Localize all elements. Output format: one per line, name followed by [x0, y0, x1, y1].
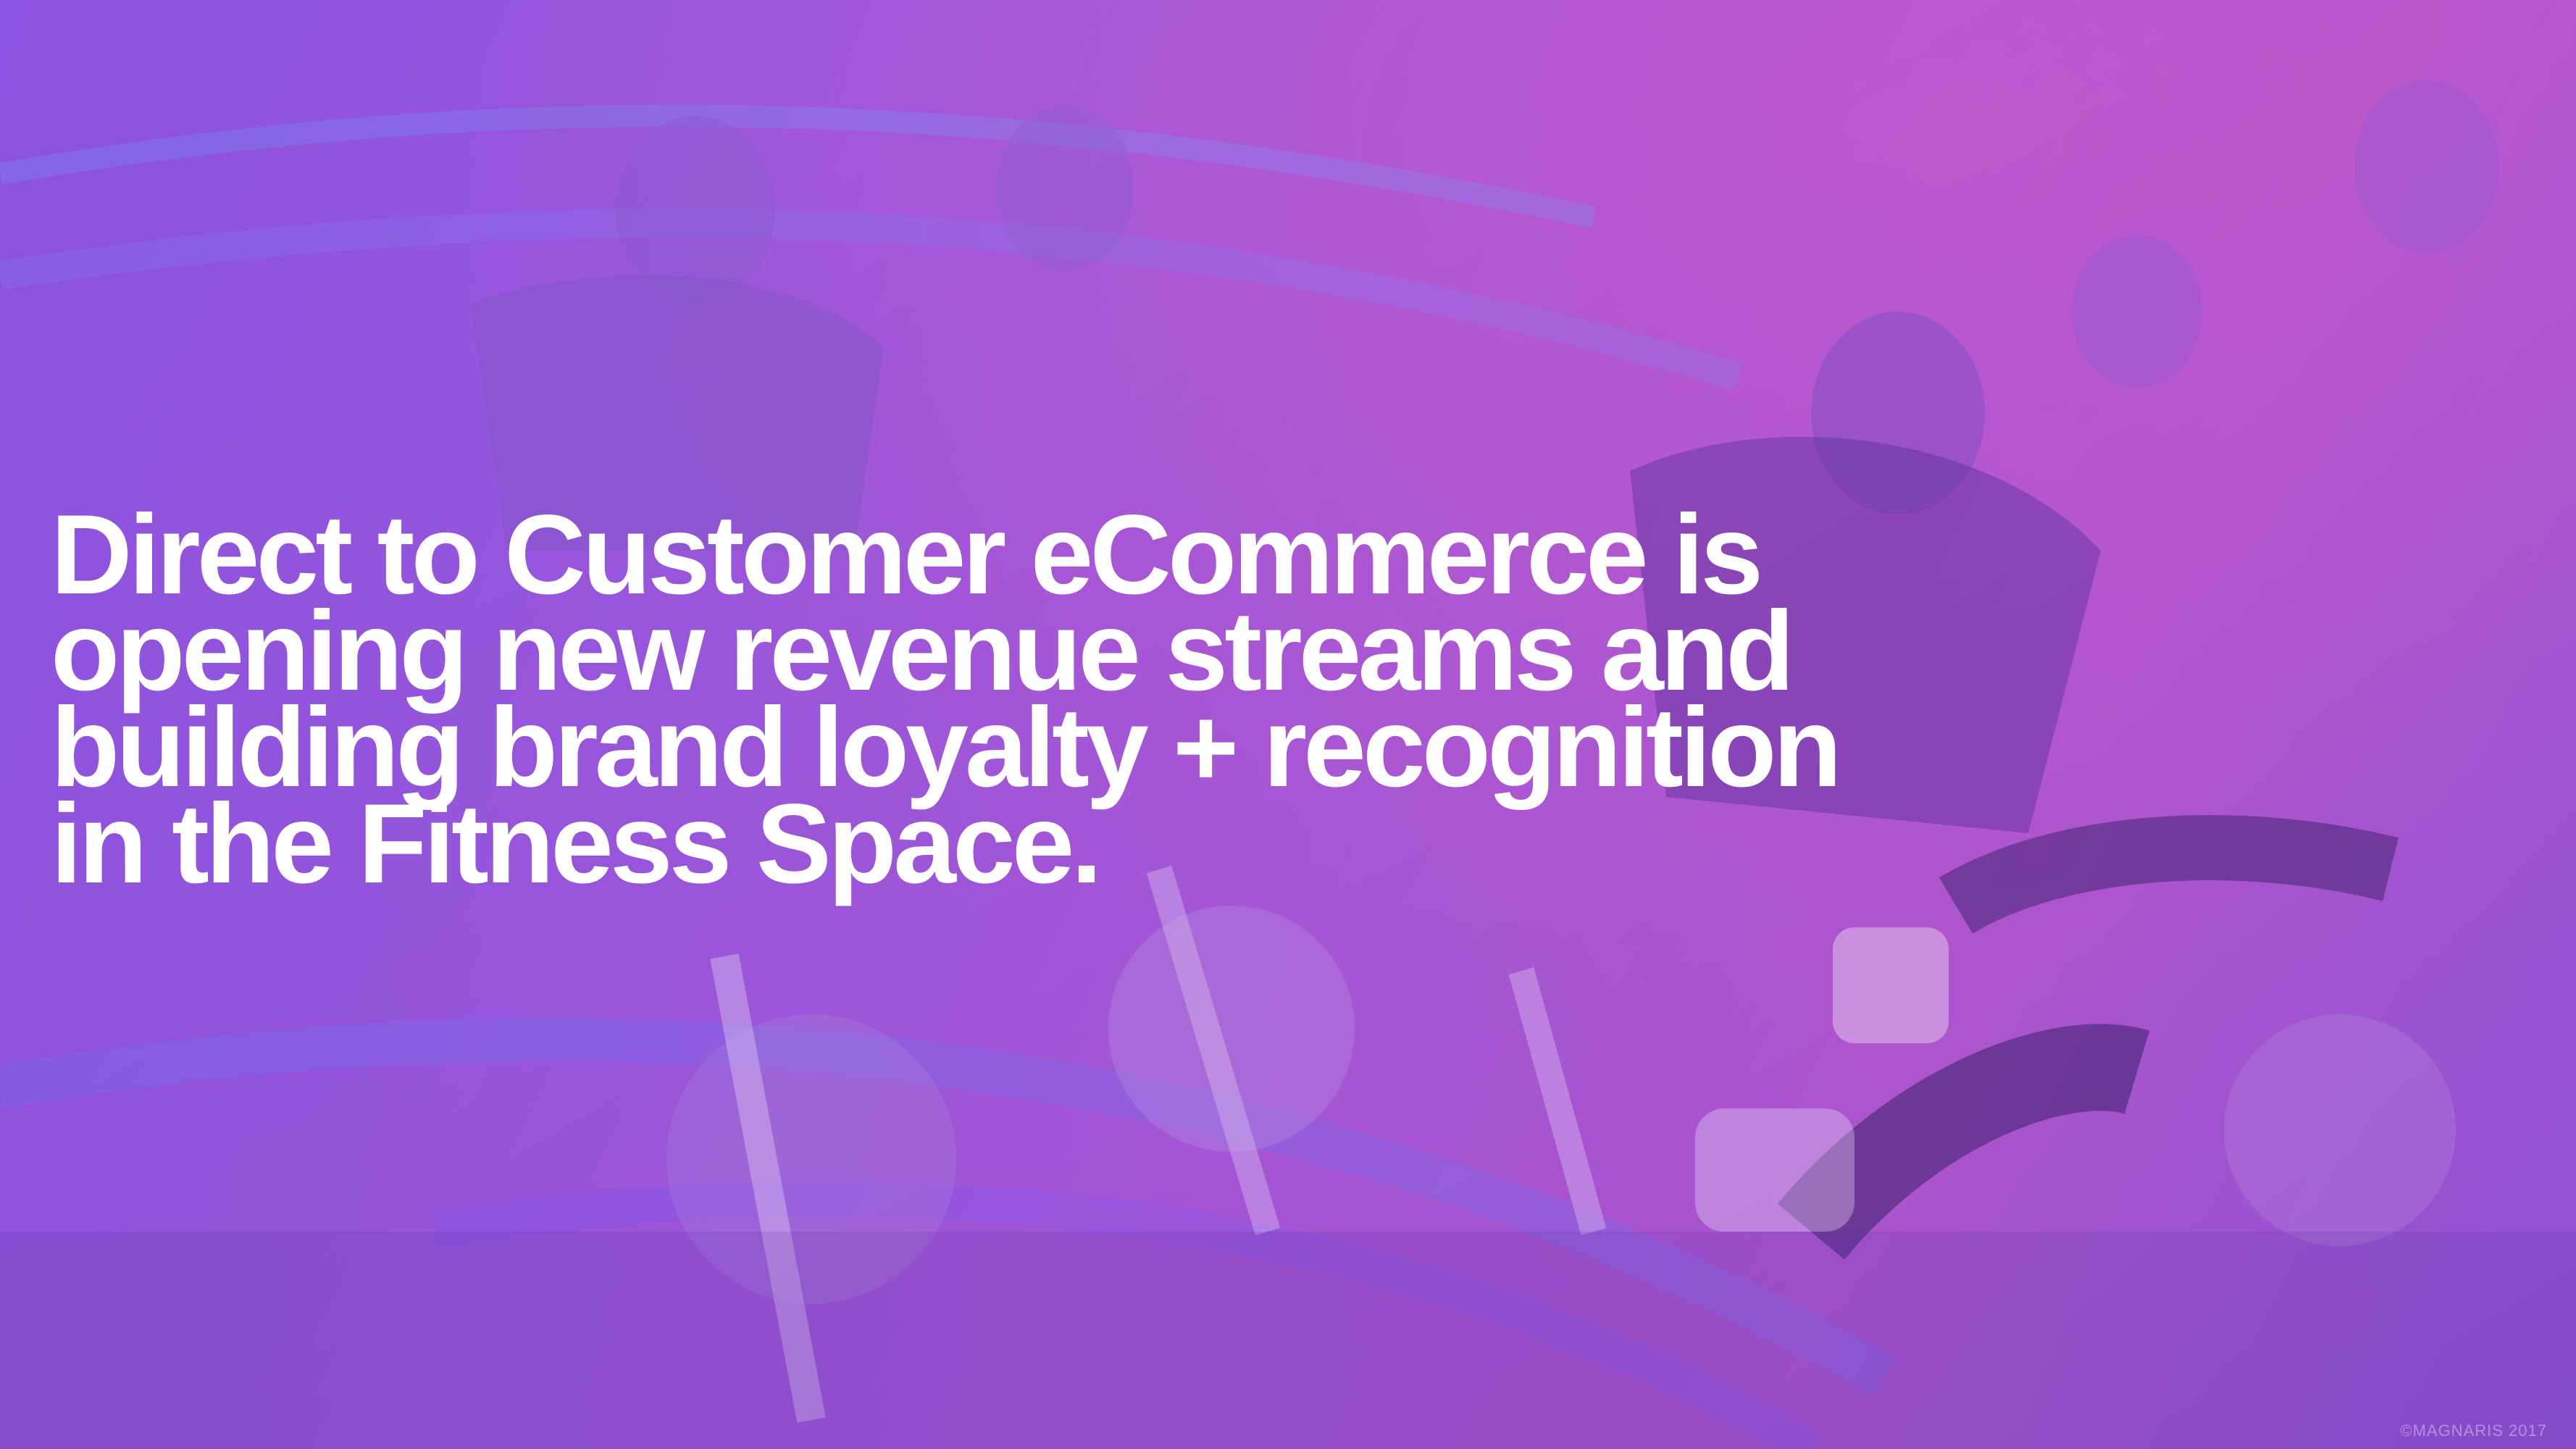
photo-credit: ©MAGNARIS 2017 — [2400, 1421, 2547, 1440]
slide: Direct to Customer eCommerce is opening … — [0, 0, 2576, 1449]
slide-headline: Direct to Customer eCommerce is opening … — [51, 498, 2007, 901]
